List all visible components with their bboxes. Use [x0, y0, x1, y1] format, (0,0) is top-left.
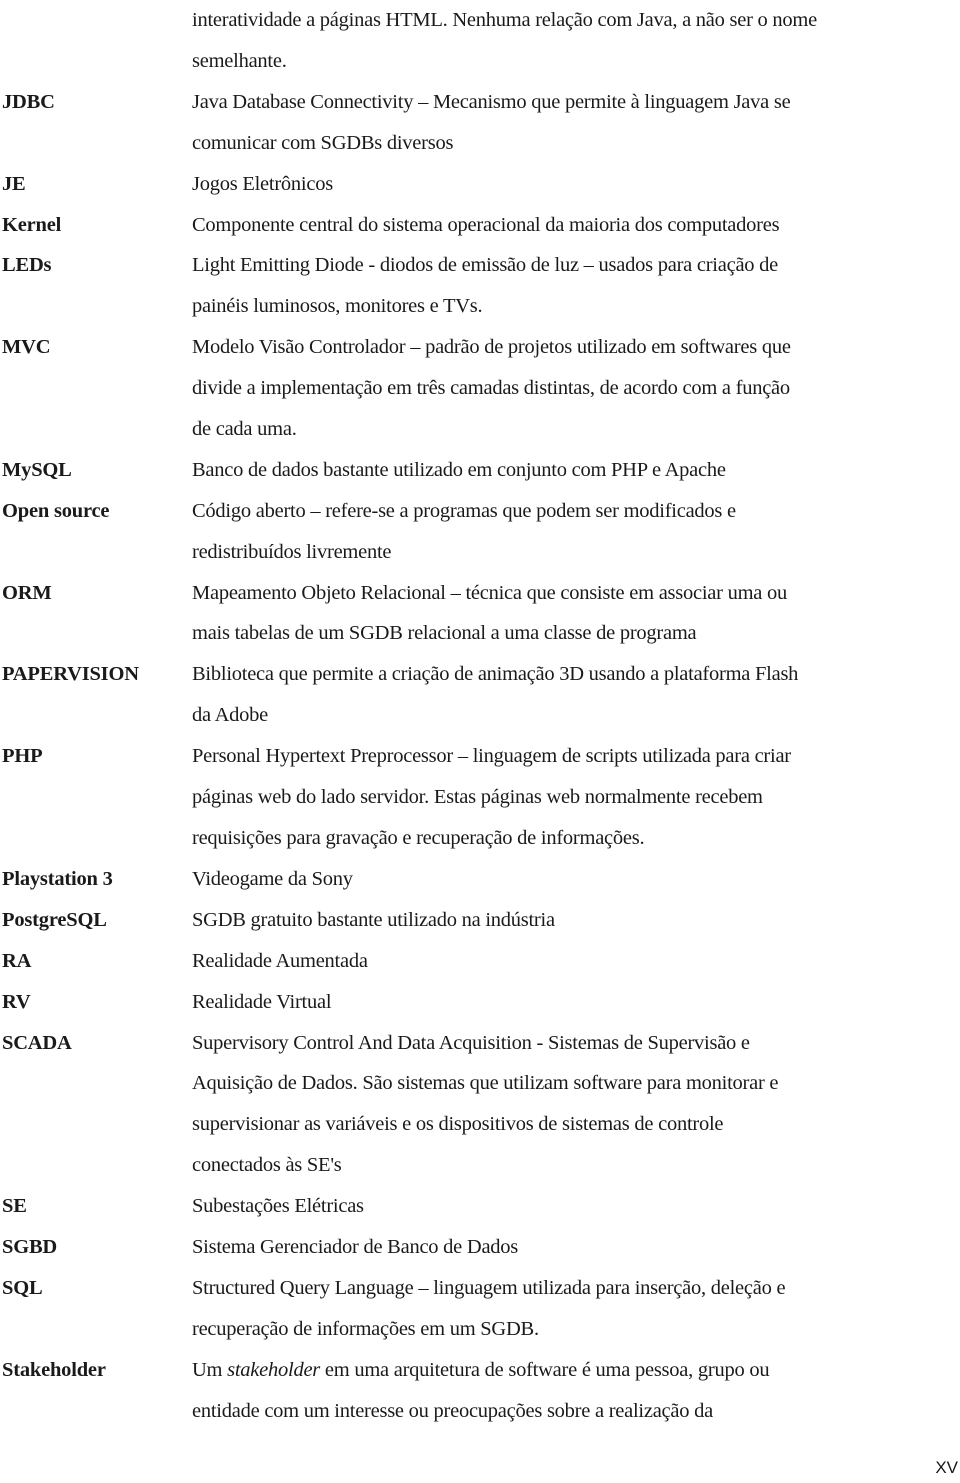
- glossary-term: LEDs: [2, 254, 52, 277]
- glossary-term: PAPERVISION: [2, 663, 139, 686]
- glossary-description: Videogame da Sony: [192, 859, 960, 900]
- glossary-description: Sistema Gerenciador de Banco de Dados: [192, 1227, 960, 1268]
- description-line: Light Emitting Diode - diodos de emissão…: [192, 254, 779, 277]
- description-line: páginas web do lado servidor. Estas pági…: [192, 786, 763, 809]
- description-line: SGDB gratuito bastante utilizado na indú…: [192, 908, 555, 931]
- glossary-term: Open source: [2, 499, 110, 522]
- glossary-description: Biblioteca que permite a criação de anim…: [192, 654, 960, 736]
- glossary-description: Componente central do sistema operaciona…: [192, 205, 960, 246]
- glossary-term: ORM: [2, 581, 52, 604]
- description-line: Banco de dados bastante utilizado em con…: [192, 458, 726, 481]
- description-line: Biblioteca que permite a criação de anim…: [192, 663, 799, 686]
- glossary-description: Realidade Aumentada: [192, 941, 960, 982]
- description-line: conectados às SE's: [192, 1154, 342, 1177]
- text-segment: entidade com um interesse ou preocupaçõe…: [192, 1399, 713, 1422]
- description-line: Código aberto – refere-se a programas qu…: [192, 499, 736, 522]
- glossary-description: Java Database Connectivity – Mecanismo q…: [192, 82, 960, 164]
- description-line: Videogame da Sony: [192, 867, 353, 890]
- description-line: Subestações Elétricas: [192, 1195, 364, 1218]
- glossary-description: Um stakeholder em uma arquitetura de sof…: [192, 1350, 960, 1432]
- description-line: Sistema Gerenciador de Banco de Dados: [192, 1236, 519, 1258]
- description-line: Componente central do sistema operaciona…: [192, 213, 780, 236]
- glossary-description: Subestações Elétricas: [192, 1186, 960, 1227]
- description-line: redistribuídos livremente: [192, 540, 392, 563]
- glossary-term: SE: [2, 1195, 27, 1218]
- glossary-description: Banco de dados bastante utilizado em con…: [192, 450, 960, 491]
- description-line: painéis luminosos, monitores e TVs.: [192, 295, 483, 318]
- description-line: requisições para gravação e recuperação …: [192, 826, 645, 849]
- text-segment: Um: [192, 1358, 228, 1381]
- glossary-description: Structured Query Language – linguagem ut…: [192, 1268, 960, 1350]
- description-line: Java Database Connectivity – Mecanismo q…: [192, 90, 791, 113]
- glossary-description: SGDB gratuito bastante utilizado na indú…: [192, 900, 960, 941]
- glossary-description: Modelo Visão Controlador – padrão de pro…: [192, 327, 960, 450]
- glossary-term: MVC: [2, 336, 51, 359]
- description-line: Um stakeholder em uma arquitetura de sof…: [192, 1350, 960, 1391]
- glossary-term: RA: [2, 949, 32, 972]
- glossary-description: Light Emitting Diode - diodos de emissão…: [192, 245, 960, 327]
- glossary-term: JE: [2, 172, 26, 195]
- description-line: divide a implementação em três camadas d…: [192, 377, 790, 400]
- glossary-term: PHP: [2, 745, 43, 768]
- glossary-description: Personal Hypertext Preprocessor – lingua…: [192, 736, 960, 859]
- description-line: mais tabelas de um SGDB relacional a uma…: [192, 622, 697, 645]
- description-line: entidade com um interesse ou preocupaçõe…: [192, 1391, 960, 1432]
- italic-term: stakeholder: [227, 1358, 321, 1381]
- glossary-term: SGBD: [2, 1236, 58, 1258]
- description-line: Structured Query Language – linguagem ut…: [192, 1276, 786, 1299]
- description-line: Aquisição de Dados. São sistemas que uti…: [192, 1072, 779, 1095]
- continuation-text: interatividade a páginas HTML. Nenhuma r…: [192, 0, 960, 82]
- description-line: Realidade Aumentada: [192, 949, 368, 972]
- description-line: Jogos Eletrônicos: [192, 172, 333, 195]
- text-segment: em uma arquitetura de software é uma pes…: [320, 1358, 770, 1381]
- description-line: Supervisory Control And Data Acquisition…: [192, 1031, 750, 1054]
- glossary-term: RV: [2, 990, 31, 1013]
- description-line: recuperação de informações em um SGDB.: [192, 1317, 539, 1340]
- glossary-description: Jogos Eletrônicos: [192, 164, 960, 205]
- description-line: da Adobe: [192, 704, 268, 727]
- glossary-description: Realidade Virtual: [192, 982, 960, 1023]
- glossary-term: Kernel: [2, 213, 62, 236]
- page-number: XV: [935, 1458, 958, 1477]
- description-line: de cada uma.: [192, 417, 297, 440]
- glossary-term: MySQL: [2, 458, 72, 481]
- description-line: Modelo Visão Controlador – padrão de pro…: [192, 336, 791, 359]
- glossary-term: Stakeholder: [2, 1358, 106, 1381]
- description-line: interatividade a páginas HTML. Nenhuma r…: [192, 9, 817, 31]
- glossary-term: SQL: [2, 1276, 43, 1299]
- description-line: Mapeamento Objeto Relacional – técnica q…: [192, 581, 788, 604]
- glossary-term: SCADA: [2, 1031, 72, 1054]
- glossary-term: Playstation 3: [2, 867, 113, 890]
- glossary-page: interatividade a páginas HTML. Nenhuma r…: [0, 0, 960, 1483]
- description-line: Realidade Virtual: [192, 990, 332, 1013]
- description-line: comunicar com SGDBs diversos: [192, 131, 454, 154]
- glossary-description: Supervisory Control And Data Acquisition…: [192, 1023, 960, 1187]
- glossary-term: JDBC: [2, 90, 55, 113]
- description-line: semelhante.: [192, 49, 287, 72]
- glossary-term: PostgreSQL: [2, 908, 107, 931]
- glossary-description: Código aberto – refere-se a programas qu…: [192, 491, 960, 573]
- description-line: Personal Hypertext Preprocessor – lingua…: [192, 745, 791, 768]
- description-line: supervisionar as variáveis e os disposit…: [192, 1113, 724, 1136]
- glossary-description: Mapeamento Objeto Relacional – técnica q…: [192, 573, 960, 655]
